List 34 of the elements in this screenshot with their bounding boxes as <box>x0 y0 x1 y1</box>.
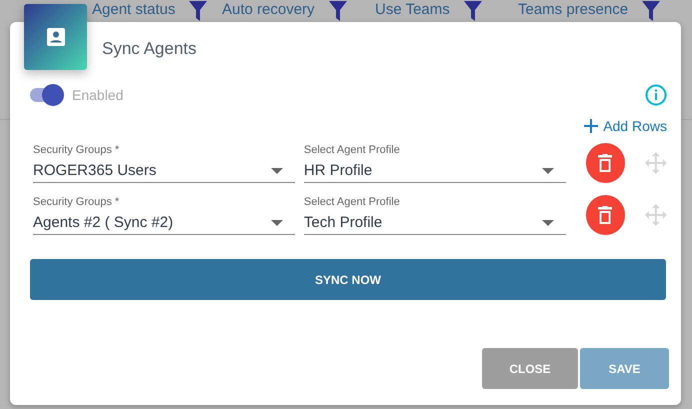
caret-icon <box>270 168 283 174</box>
toggle-label: Enabled <box>72 87 124 103</box>
dialog-title: Sync Agents <box>102 39 197 59</box>
column-header: Use Teams <box>375 1 450 18</box>
caret-icon <box>542 220 554 226</box>
select-field[interactable]: Security Groups * ROGER365 Users <box>33 143 295 183</box>
plus-icon <box>583 118 600 134</box>
column-header: Teams presence <box>518 1 628 18</box>
filter-icon[interactable] <box>464 1 482 21</box>
column-header: Agent status <box>92 1 176 18</box>
select-value: Tech Profile <box>304 214 382 231</box>
filter-icon[interactable] <box>328 1 347 21</box>
field-label: Select Agent Profile <box>304 195 401 209</box>
field-label: Select Agent Profile <box>304 143 401 157</box>
caret-icon <box>270 220 283 226</box>
trash-icon <box>598 206 612 224</box>
contact-card-icon <box>46 27 66 47</box>
drag-handle-icon[interactable] <box>645 204 667 226</box>
add-rows-button[interactable]: Add Rows <box>583 118 667 134</box>
sync-now-button[interactable]: SYNC NOW <box>30 259 666 300</box>
caret-icon <box>542 168 554 174</box>
select-field[interactable]: Select Agent Profile Tech Profile <box>304 195 566 235</box>
column-header: Auto recovery <box>222 1 315 18</box>
field-label: Security Groups * <box>33 195 120 209</box>
select-field[interactable]: Select Agent Profile HR Profile <box>304 143 566 183</box>
select-value: ROGER365 Users <box>33 162 156 179</box>
select-value: HR Profile <box>304 162 372 179</box>
field-label: Security Groups * <box>33 143 120 157</box>
select-value: Agents #2 ( Sync #2) <box>33 214 174 231</box>
filter-icon[interactable] <box>189 1 208 21</box>
select-field[interactable]: Security Groups * Agents #2 ( Sync #2) <box>33 195 295 235</box>
filter-icon[interactable] <box>642 1 660 21</box>
drag-handle-icon[interactable] <box>645 152 667 174</box>
trash-icon <box>598 154 612 172</box>
